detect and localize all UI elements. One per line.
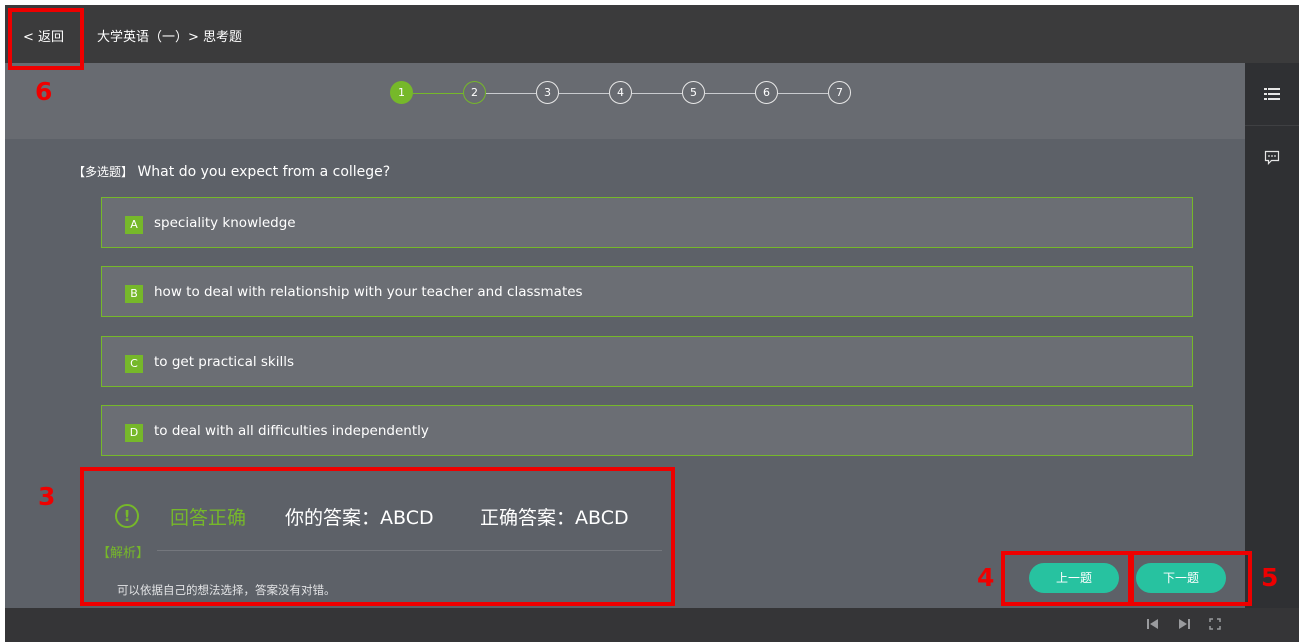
option-c[interactable]: C to get practical skills: [101, 336, 1193, 387]
annotation-box-result: [80, 467, 675, 606]
breadcrumb: 大学英语（一）> 思考题: [97, 30, 243, 45]
step-connector: [632, 93, 682, 94]
fullscreen-icon[interactable]: [1209, 618, 1221, 630]
annotation-number-3: 3: [38, 482, 56, 511]
option-text: how to deal with relationship with your …: [154, 284, 583, 300]
option-a[interactable]: A speciality knowledge: [101, 197, 1193, 248]
step-1-button[interactable]: 1: [390, 81, 413, 104]
bottom-toolbar: [5, 608, 1299, 642]
skip-back-icon[interactable]: [1146, 618, 1160, 630]
option-letter: C: [125, 355, 143, 373]
step-6-button[interactable]: 6: [755, 81, 778, 104]
comment-button[interactable]: [1245, 126, 1299, 188]
option-text: to deal with all difficulties independen…: [154, 423, 429, 439]
annotation-box-prev: [1001, 551, 1134, 606]
option-letter: D: [125, 424, 143, 442]
question-text: What do you expect from a college?: [137, 164, 391, 180]
comment-icon: [1264, 150, 1280, 165]
option-text: speciality knowledge: [154, 215, 296, 231]
right-rail: [1245, 63, 1299, 608]
annotation-box-next: [1128, 551, 1252, 606]
annotation-number-5: 5: [1261, 563, 1279, 592]
step-2-button[interactable]: 2: [463, 81, 486, 104]
step-3-button[interactable]: 3: [536, 81, 559, 104]
option-text: to get practical skills: [154, 354, 295, 370]
step-connector: [559, 93, 609, 94]
annotation-number-4: 4: [977, 563, 995, 592]
step-7-button[interactable]: 7: [828, 81, 851, 104]
question-type-label: 【多选题】: [73, 165, 134, 179]
list-icon: [1264, 88, 1280, 100]
question-list-button[interactable]: [1245, 63, 1299, 126]
step-connector: [413, 93, 463, 94]
question-stepper-band: 1 2 3 4 5 6 7: [5, 63, 1245, 139]
option-letter: B: [125, 285, 143, 303]
option-b[interactable]: B how to deal with relationship with you…: [101, 266, 1193, 317]
step-connector: [705, 93, 755, 94]
top-bar: < 返回 大学英语（一）> 思考题: [5, 5, 1299, 63]
option-letter: A: [125, 216, 143, 234]
step-5-button[interactable]: 5: [682, 81, 705, 104]
question-title: 【多选题】 What do you expect from a college?: [73, 163, 390, 180]
step-connector: [486, 93, 536, 94]
annotation-box-back: [8, 8, 84, 70]
step-4-button[interactable]: 4: [609, 81, 632, 104]
skip-forward-icon[interactable]: [1177, 618, 1191, 630]
option-d[interactable]: D to deal with all difficulties independ…: [101, 405, 1193, 456]
question-stepper: 1 2 3 4 5 6 7: [390, 81, 860, 106]
step-connector: [778, 93, 828, 94]
annotation-number-6: 6: [35, 77, 53, 106]
